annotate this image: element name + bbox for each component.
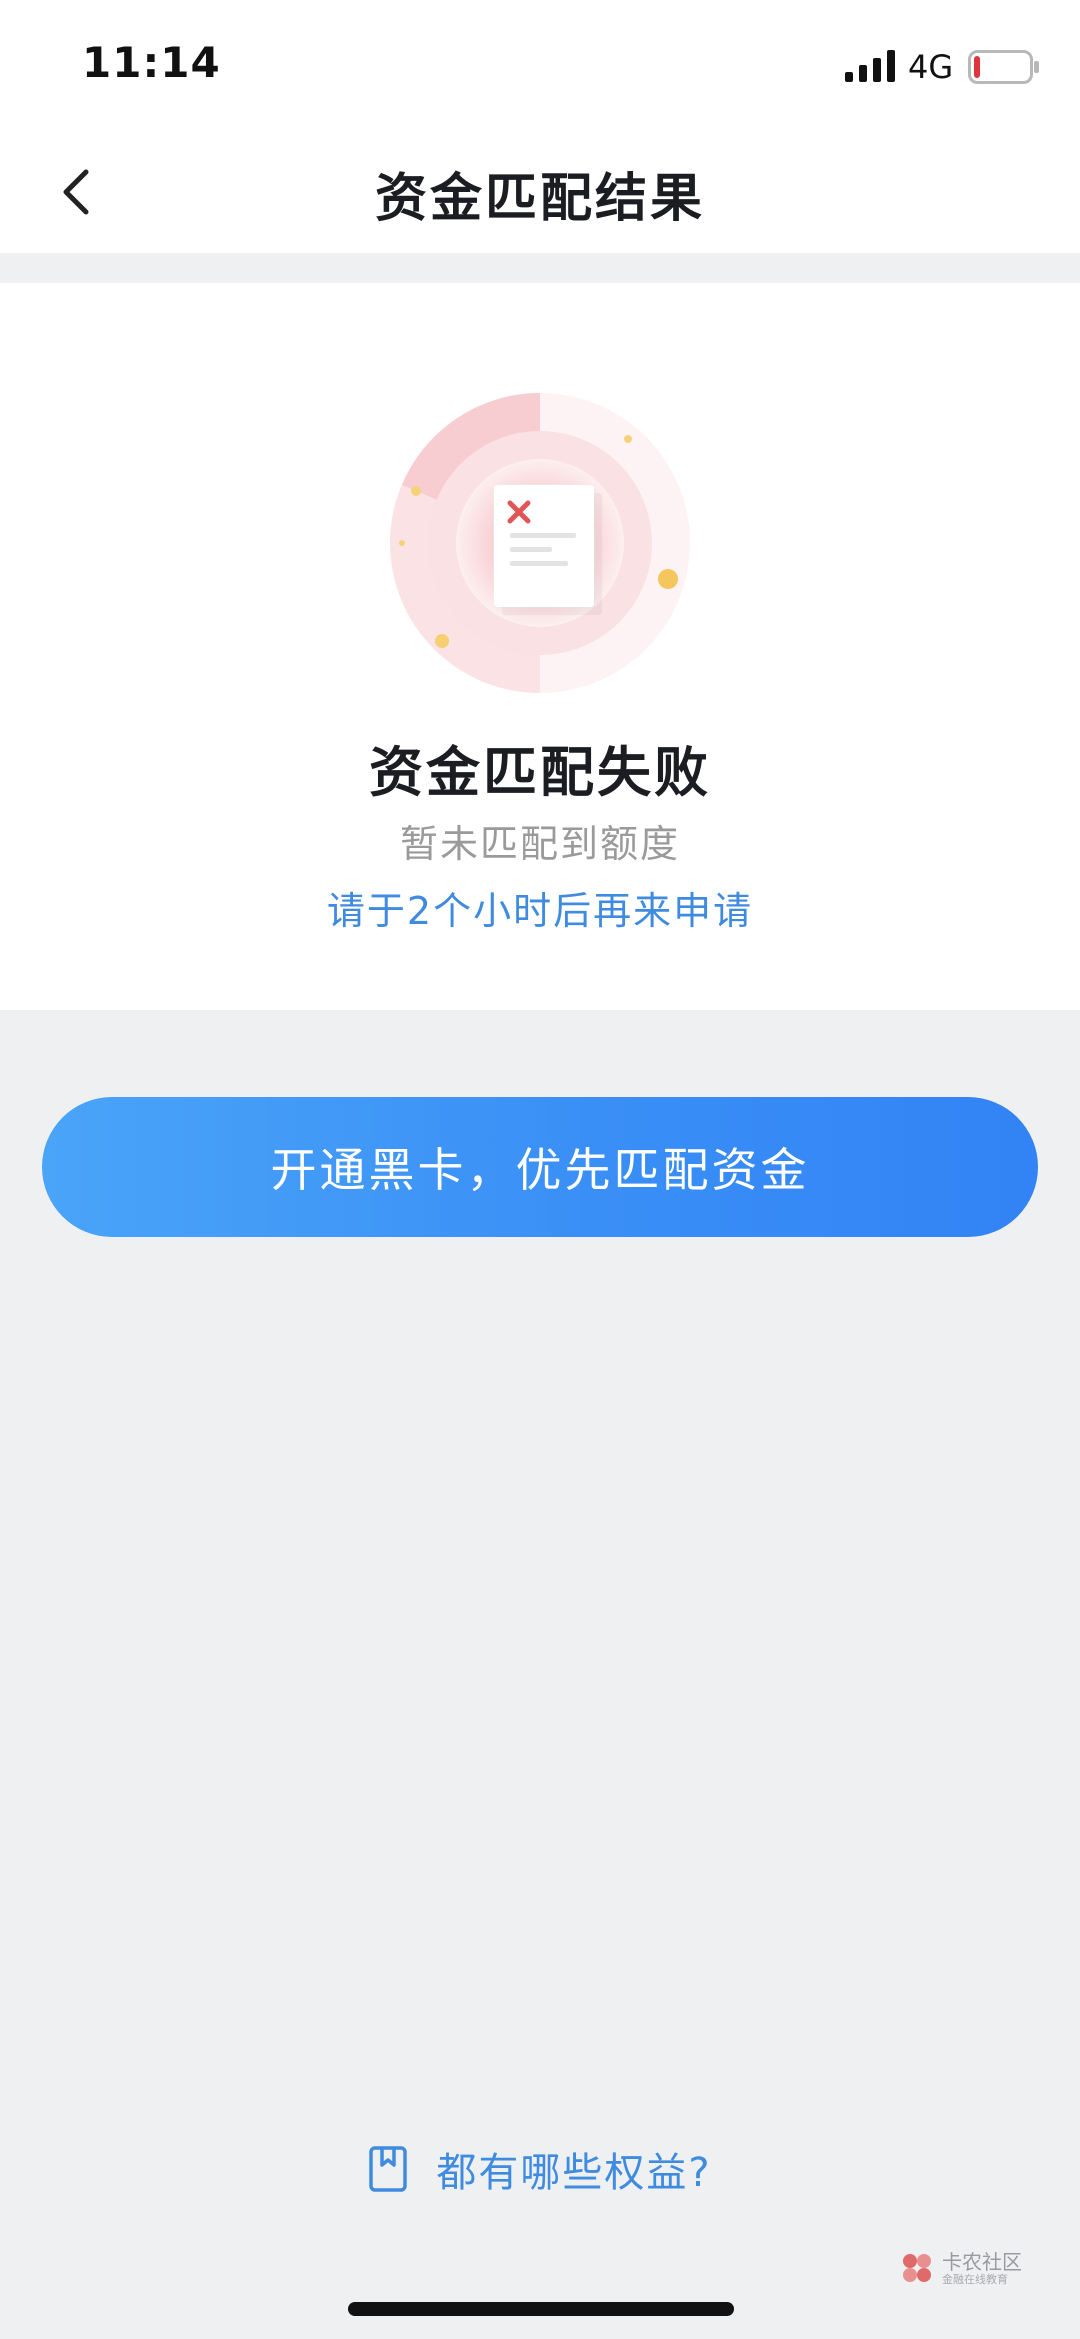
watermark-subtitle: 金融在线教育 bbox=[942, 2272, 1008, 2286]
open-black-card-button[interactable]: 开通黑卡，优先匹配资金 bbox=[42, 1097, 1038, 1237]
bookmark-book-icon bbox=[369, 2146, 408, 2192]
signal-bars-icon bbox=[845, 50, 895, 82]
result-title: 资金匹配失败 bbox=[369, 741, 711, 804]
watermark-name: 卡农社区 bbox=[942, 2249, 1022, 2274]
result-card: 资金匹配失败 暂未匹配到额度 请于2个小时后再来申请 bbox=[0, 283, 1080, 1010]
network-type: 4G bbox=[908, 48, 954, 86]
page-title: 资金匹配结果 bbox=[374, 169, 705, 229]
home-indicator[interactable] bbox=[348, 2302, 734, 2316]
status-time: 11:14 bbox=[82, 38, 221, 87]
status-bar: 11:14 4G bbox=[0, 0, 1080, 130]
cta-label: 开通黑卡，优先匹配资金 bbox=[270, 1143, 810, 1197]
watermark: 卡农社区 金融在线教育 bbox=[900, 2248, 1030, 2288]
watermark-logo-icon bbox=[903, 2254, 931, 2282]
retry-hint: 请于2个小时后再来申请 bbox=[326, 889, 754, 933]
battery-low-icon bbox=[968, 50, 1039, 84]
benefits-link[interactable]: 都有哪些权益? bbox=[0, 2140, 1080, 2198]
result-subtitle: 暂未匹配到额度 bbox=[399, 822, 680, 866]
benefits-label: 都有哪些权益? bbox=[436, 2150, 712, 2196]
nav-bar: 资金匹配结果 bbox=[0, 130, 1080, 253]
document-rejected-icon bbox=[390, 393, 690, 693]
